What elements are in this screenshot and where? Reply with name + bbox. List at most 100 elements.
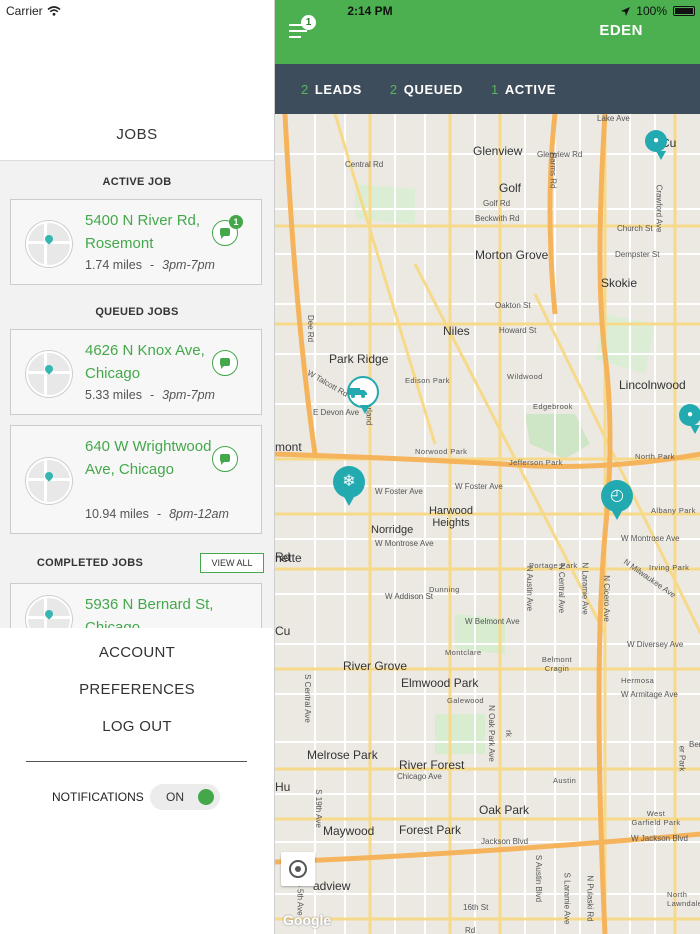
tab-label: LEADS	[314, 81, 362, 97]
battery-icon	[673, 6, 695, 16]
job-map-thumbnail	[26, 458, 72, 504]
notifications-toggle[interactable]: ON	[150, 784, 220, 810]
map-label: W Jackson Blvd	[631, 834, 688, 843]
map-label: mont	[275, 440, 302, 454]
active-job-heading: ACTIVE JOB	[102, 176, 172, 188]
job-time-window: 3pm-7pm	[162, 388, 215, 402]
map-label: Lincolnwood	[619, 378, 686, 392]
timer-marker[interactable]: ◴	[601, 480, 633, 520]
queued-job-card[interactable]: 4626 N Knox Ave, Chicago 5.33 miles -3pm-…	[10, 329, 262, 415]
map-label: River Forest	[399, 758, 465, 772]
map-label: Beckwith Rd	[475, 214, 520, 223]
notifications-label: NOTIFICATIONS	[52, 790, 144, 804]
job-distance: 1.74 miles	[85, 258, 142, 272]
timer-icon: ◴	[610, 487, 624, 504]
job-map-thumbnail	[26, 596, 72, 628]
active-job-card[interactable]: 5400 N River Rd, Rosemont 1.74 miles -3pm…	[10, 199, 262, 285]
map-label: W Montrose Ave	[375, 539, 434, 548]
menu-logout[interactable]: LOG OUT	[0, 718, 274, 735]
map-label: nette	[275, 551, 302, 565]
map-label: Lake Ave	[597, 114, 630, 123]
location-arrow-icon	[621, 6, 631, 16]
app-title: EDEN	[599, 22, 643, 39]
map-view[interactable]: Lake Ave Glenview Glenview Rd Central Rd…	[275, 114, 700, 934]
view-all-button[interactable]: VIEW ALL	[200, 553, 264, 573]
chat-button[interactable]: 1	[212, 215, 243, 246]
divider	[26, 761, 247, 762]
map-label: Park Ridge	[329, 352, 389, 366]
tab-leads[interactable]: 2 LEADS	[301, 82, 362, 97]
chat-button[interactable]	[212, 350, 238, 376]
tab-count: 2	[301, 81, 309, 97]
map-label: Chicago Ave	[397, 772, 442, 781]
map-label: Portage Park	[529, 561, 578, 570]
battery-percent: 100%	[636, 4, 667, 18]
map-label: Church St	[617, 224, 653, 233]
map-label: Oak Park	[479, 803, 530, 817]
job-address: 640 W Wrightwood Ave, Chicago	[85, 438, 212, 478]
app-header: 2:14 PM 100% 1 EDEN	[275, 0, 700, 64]
tab-label: QUEUED	[403, 81, 463, 97]
map-label: Cu	[275, 624, 291, 638]
map-label: W Addison St	[385, 592, 434, 601]
map-label: W Foster Ave	[375, 487, 423, 496]
map-label: Austin	[553, 776, 577, 785]
map-label: Niles	[443, 324, 470, 338]
tab-queued[interactable]: 2 QUEUED	[390, 82, 463, 97]
map-label: Belmont Cragin	[541, 655, 573, 673]
map-label: Central Rd	[345, 160, 384, 169]
map-label: Melrose Park	[307, 748, 378, 762]
map-label: Golf Rd	[483, 199, 511, 208]
map-label: rk	[503, 730, 513, 737]
map-label: Oakton St	[495, 301, 531, 310]
queued-job-card[interactable]: 640 W Wrightwood Ave, Chicago 10.94 mile…	[10, 425, 262, 534]
map-label: W Foster Ave	[455, 482, 503, 491]
job-meta-separator: -	[156, 507, 162, 521]
job-map-thumbnail	[26, 351, 72, 397]
map-label: Galewood	[447, 696, 484, 705]
hamburger-menu-button[interactable]: 1	[289, 15, 316, 40]
map-label: S 19th Ave	[313, 789, 323, 828]
my-location-button[interactable]	[281, 852, 315, 886]
chat-icon	[220, 358, 230, 369]
main-app: 2:14 PM 100% 1 EDEN 2 LEADS 2 QUEUED 1 ACTI…	[274, 0, 700, 934]
job-time-window: 8pm-12am	[169, 507, 229, 521]
completed-jobs-heading: COMPLETED JOBS	[36, 557, 144, 569]
map-label: Dempster St	[615, 250, 660, 259]
map-label: Howard St	[499, 326, 537, 335]
pin-icon: ●	[652, 135, 660, 146]
map-label: S Central Ave	[302, 674, 312, 723]
map-label: Dunning	[429, 585, 460, 594]
menu-account[interactable]: ACCOUNT	[0, 644, 274, 661]
map-label: Maywood	[323, 824, 375, 838]
toggle-state-label: ON	[166, 790, 184, 804]
chat-button[interactable]	[212, 446, 238, 472]
map-label: Norwood Park	[415, 447, 468, 456]
job-meta: 1.74 miles -3pm-7pm	[85, 258, 215, 272]
map-label: er Park	[677, 745, 687, 772]
job-address: 4626 N Knox Ave, Chicago	[85, 342, 205, 382]
tab-active[interactable]: 1 ACTIVE	[491, 82, 556, 97]
chat-icon	[220, 454, 230, 465]
truck-marker[interactable]	[347, 376, 379, 414]
map-label: Berwyn	[689, 740, 700, 749]
chat-icon	[220, 228, 230, 239]
map-label: Forest Park	[399, 823, 462, 837]
map-label: W Montrose Ave	[621, 534, 680, 543]
location-pin-marker[interactable]: ●	[679, 404, 700, 434]
location-pin-marker[interactable]: ●	[645, 130, 667, 160]
map-label: Harms Rd	[548, 152, 558, 189]
map-label: Irving Park	[649, 563, 690, 572]
map-label: Glenview	[473, 144, 523, 158]
status-bar-left: Carrier	[6, 4, 61, 18]
menu-preferences[interactable]: PREFERENCES	[0, 681, 274, 698]
status-bar-right: 100%	[621, 4, 695, 18]
map-label: Hermosa	[621, 676, 655, 685]
map-label: Hu	[275, 780, 291, 794]
completed-job-card[interactable]: 5936 N Bernard St, Chicago	[10, 583, 262, 628]
map-label: S Laramie Ave	[562, 872, 572, 925]
snowflake-marker[interactable]: ❄	[333, 466, 365, 506]
map-label: adview	[313, 879, 351, 893]
map-label: North Lawndale	[667, 890, 700, 908]
tab-label: ACTIVE	[504, 81, 557, 97]
